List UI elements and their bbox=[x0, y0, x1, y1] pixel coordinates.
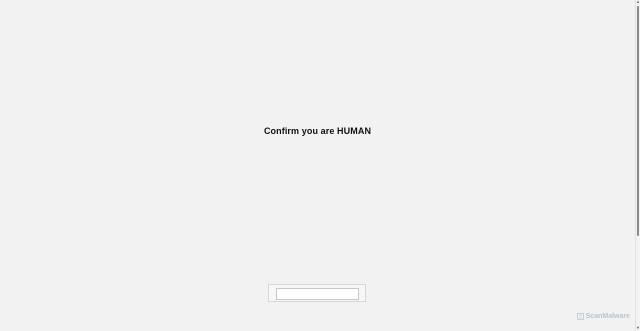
vertical-scrollbar[interactable]: ▲ ▼ bbox=[635, 0, 640, 331]
page: Confirm you are HUMAN ScanMalware ▲ ▼ bbox=[0, 0, 640, 331]
scrollbar-thumb[interactable] bbox=[637, 6, 639, 236]
scanmalware-watermark: ScanMalware bbox=[576, 313, 630, 320]
captcha-container bbox=[268, 284, 366, 302]
scroll-up-icon[interactable]: ▲ bbox=[636, 0, 640, 4]
scanmalware-logo-icon bbox=[576, 313, 584, 320]
captcha-input[interactable] bbox=[276, 288, 359, 300]
watermark-text: ScanMalware bbox=[585, 313, 630, 320]
page-title: Confirm you are HUMAN bbox=[263, 126, 372, 136]
scroll-down-icon[interactable]: ▼ bbox=[636, 326, 640, 330]
